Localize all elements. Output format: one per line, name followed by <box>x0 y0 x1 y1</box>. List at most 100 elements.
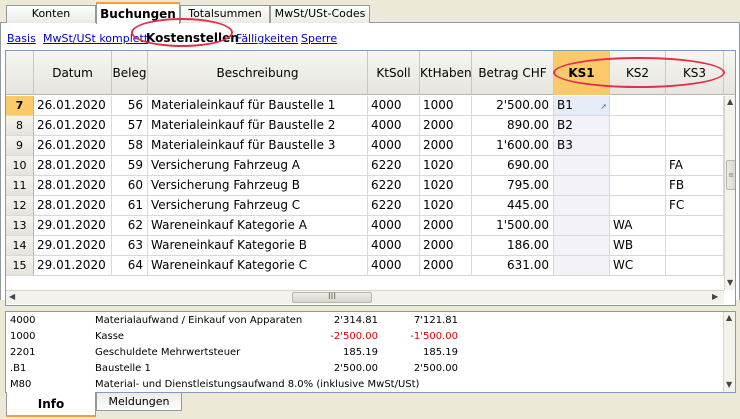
cell-ks3[interactable]: FC <box>666 196 724 216</box>
cell-datum[interactable]: 26.01.2020 <box>34 116 112 136</box>
cell-beschreibung[interactable]: Versicherung Fahrzeug A <box>148 156 368 176</box>
cell-ktsoll[interactable]: 4000 <box>368 236 420 256</box>
cell-beschreibung[interactable]: Versicherung Fahrzeug C <box>148 196 368 216</box>
cell-beleg[interactable]: 61 <box>112 196 148 216</box>
header-betrag-chf[interactable]: Betrag CHF <box>472 51 554 95</box>
cell-betrag[interactable]: 1'500.00 <box>472 216 554 236</box>
table-row[interactable]: 12 28.01.2020 61 Versicherung Fahrzeug C… <box>6 196 735 216</box>
cell-datum[interactable]: 29.01.2020 <box>34 256 112 276</box>
cell-betrag[interactable]: 890.00 <box>472 116 554 136</box>
cell-kthaben[interactable]: 1000 <box>420 96 472 116</box>
scroll-down-icon[interactable]: ▼ <box>726 380 732 389</box>
header-ktsoll[interactable]: KtSoll <box>368 51 420 95</box>
cell-ks2[interactable] <box>610 196 666 216</box>
tab-info[interactable]: Info <box>6 392 96 417</box>
cell-ktsoll[interactable]: 6220 <box>368 176 420 196</box>
row-number[interactable]: 15 <box>6 256 34 276</box>
horizontal-scroll-thumb[interactable]: III <box>292 292 372 303</box>
transactions-table[interactable]: Datum Beleg Beschreibung KtSoll KtHaben … <box>5 50 736 306</box>
header-beleg[interactable]: Beleg <box>112 51 148 95</box>
cell-ks1[interactable] <box>554 176 610 196</box>
scroll-left-icon[interactable]: ◀ <box>9 292 15 301</box>
cell-ks1[interactable] <box>554 156 610 176</box>
cell-ktsoll[interactable]: 4000 <box>368 136 420 156</box>
cell-datum[interactable]: 26.01.2020 <box>34 96 112 116</box>
cell-beleg[interactable]: 60 <box>112 176 148 196</box>
cell-beleg[interactable]: 62 <box>112 216 148 236</box>
row-number[interactable]: 14 <box>6 236 34 256</box>
cell-beleg[interactable]: 64 <box>112 256 148 276</box>
info-vertical-scrollbar[interactable]: ▲ ▼ <box>723 312 735 392</box>
view-link-basis[interactable]: Basis <box>7 32 36 45</box>
scroll-right-icon[interactable]: ▶ <box>712 292 718 301</box>
header-datum[interactable]: Datum <box>34 51 112 95</box>
view-link-sperre[interactable]: Sperre <box>301 32 337 45</box>
row-number[interactable]: 11 <box>6 176 34 196</box>
cell-kthaben[interactable]: 2000 <box>420 236 472 256</box>
cell-beleg[interactable]: 57 <box>112 116 148 136</box>
table-row[interactable]: 8 26.01.2020 57 Materialeinkauf für Baus… <box>6 116 735 136</box>
vertical-scroll-thumb[interactable]: ≡ <box>726 160 735 190</box>
cell-ks2[interactable] <box>610 176 666 196</box>
cell-betrag[interactable]: 186.00 <box>472 236 554 256</box>
scroll-up-icon[interactable]: ▲ <box>727 97 733 106</box>
cell-datum[interactable]: 28.01.2020 <box>34 176 112 196</box>
cell-ks2[interactable]: WB <box>610 236 666 256</box>
cell-kthaben[interactable]: 2000 <box>420 136 472 156</box>
cell-ks3[interactable]: FB <box>666 176 724 196</box>
header-beschreibung[interactable]: Beschreibung <box>148 51 368 95</box>
cell-beleg[interactable]: 58 <box>112 136 148 156</box>
cell-ks1[interactable] <box>554 236 610 256</box>
cell-kthaben[interactable]: 2000 <box>420 116 472 136</box>
row-number[interactable]: 13 <box>6 216 34 236</box>
row-number[interactable]: 10 <box>6 156 34 176</box>
cell-ks1[interactable]: B1 ➚ <box>554 96 610 116</box>
cell-ks3[interactable]: FA <box>666 156 724 176</box>
cell-ktsoll[interactable]: 4000 <box>368 216 420 236</box>
cell-betrag[interactable]: 445.00 <box>472 196 554 216</box>
cell-betrag[interactable]: 631.00 <box>472 256 554 276</box>
cell-beschreibung[interactable]: Materialeinkauf für Baustelle 1 <box>148 96 368 116</box>
cell-betrag[interactable]: 690.00 <box>472 156 554 176</box>
cell-beschreibung[interactable]: Wareneinkauf Kategorie C <box>148 256 368 276</box>
table-row[interactable]: 7 26.01.2020 56 Materialeinkauf für Baus… <box>6 96 735 116</box>
cell-datum[interactable]: 29.01.2020 <box>34 236 112 256</box>
cell-beschreibung[interactable]: Wareneinkauf Kategorie A <box>148 216 368 236</box>
row-number[interactable]: 12 <box>6 196 34 216</box>
cell-ks1[interactable] <box>554 216 610 236</box>
cell-kthaben[interactable]: 1020 <box>420 176 472 196</box>
cell-kthaben[interactable]: 1020 <box>420 156 472 176</box>
table-row[interactable]: 14 29.01.2020 63 Wareneinkauf Kategorie … <box>6 236 735 256</box>
cell-betrag[interactable]: 1'600.00 <box>472 136 554 156</box>
cell-beleg[interactable]: 63 <box>112 236 148 256</box>
cell-ks1[interactable] <box>554 196 610 216</box>
table-horizontal-scrollbar[interactable]: ◀ III ▶ <box>6 290 724 304</box>
cell-beleg[interactable]: 56 <box>112 96 148 116</box>
cell-beschreibung[interactable]: Wareneinkauf Kategorie B <box>148 236 368 256</box>
tab-mwst-ust-codes[interactable]: MwSt/USt-Codes <box>270 5 370 23</box>
cell-datum[interactable]: 28.01.2020 <box>34 196 112 216</box>
row-number[interactable]: 7 <box>6 96 34 116</box>
cell-datum[interactable]: 26.01.2020 <box>34 136 112 156</box>
cell-ks2[interactable] <box>610 116 666 136</box>
cell-ks1[interactable]: B3 <box>554 136 610 156</box>
cell-ktsoll[interactable]: 6220 <box>368 156 420 176</box>
cell-ks2[interactable]: WC <box>610 256 666 276</box>
cell-kthaben[interactable]: 2000 <box>420 256 472 276</box>
cell-ks3[interactable] <box>666 116 724 136</box>
table-row[interactable]: 10 28.01.2020 59 Versicherung Fahrzeug A… <box>6 156 735 176</box>
cell-ks3[interactable] <box>666 256 724 276</box>
cell-ktsoll[interactable]: 4000 <box>368 96 420 116</box>
tab-meldungen[interactable]: Meldungen <box>96 393 182 411</box>
cell-kthaben[interactable]: 2000 <box>420 216 472 236</box>
cell-ktsoll[interactable]: 4000 <box>368 256 420 276</box>
table-vertical-scrollbar[interactable]: ▲ ≡ ▼ <box>724 96 735 290</box>
cell-beschreibung[interactable]: Versicherung Fahrzeug B <box>148 176 368 196</box>
cell-ks3[interactable] <box>666 216 724 236</box>
cell-ktsoll[interactable]: 6220 <box>368 196 420 216</box>
cell-beschreibung[interactable]: Materialeinkauf für Baustelle 2 <box>148 116 368 136</box>
cell-datum[interactable]: 29.01.2020 <box>34 216 112 236</box>
tab-konten[interactable]: Konten <box>6 5 96 23</box>
scroll-down-icon[interactable]: ▼ <box>727 278 733 287</box>
cell-ks3[interactable] <box>666 136 724 156</box>
